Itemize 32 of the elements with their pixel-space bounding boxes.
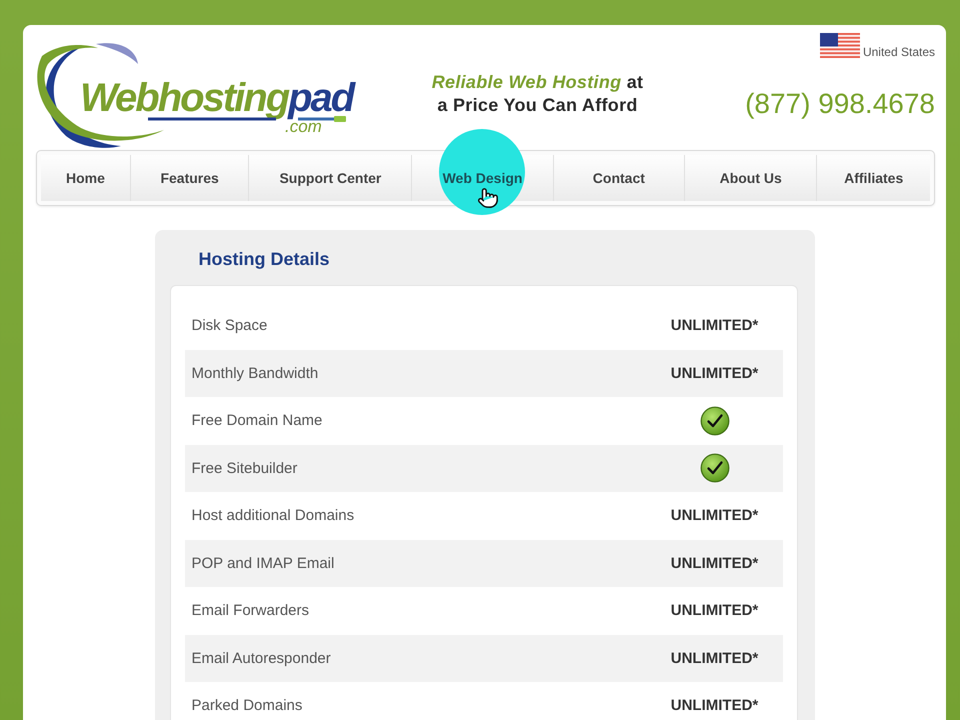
feature-value: UNLIMITED* xyxy=(670,697,758,714)
feature-value: UNLIMITED* xyxy=(670,317,758,334)
hand-cursor-icon xyxy=(477,187,500,209)
feature-value: UNLIMITED* xyxy=(670,507,758,524)
nav-tab[interactable]: Home xyxy=(41,155,130,201)
feature-label: Email Autoresponder xyxy=(192,650,332,667)
feature-label: Host additional Domains xyxy=(192,507,356,524)
phone-number: (877) 998.4678 xyxy=(745,88,935,120)
nav-tab[interactable]: Contact xyxy=(552,155,684,201)
nav-tab[interactable]: Affiliates xyxy=(816,155,930,201)
check-icon xyxy=(700,406,730,436)
feature-value: UNLIMITED* xyxy=(670,554,758,572)
feature-value: UNLIMITED* xyxy=(670,650,758,667)
nav-tab[interactable]: Support Center xyxy=(248,155,412,201)
nav-tab[interactable]: About Us xyxy=(684,155,816,201)
logo-wordmark: Webhostingpad xyxy=(80,78,354,118)
feature-value: UNLIMITED* xyxy=(670,602,758,620)
tagline: Reliable Web Hosting at a Price You Can Afford xyxy=(430,71,644,117)
feature-label: Parked Domains xyxy=(192,697,304,714)
panel-title: Hosting Details xyxy=(198,248,331,270)
check-icon xyxy=(700,453,730,484)
feature-label: Free Domain Name xyxy=(192,412,324,430)
feature-label: Free Sitebuilder xyxy=(192,460,298,477)
logo-domain: .com xyxy=(285,118,322,136)
flag-icon xyxy=(820,33,860,58)
feature-label: POP and IMAP Email xyxy=(192,554,336,572)
feature-label: Email Forwarders xyxy=(192,602,310,620)
country-selector[interactable]: United States xyxy=(820,33,935,58)
feature-label: Disk Space xyxy=(192,317,268,334)
feature-label: Monthly Bandwidth xyxy=(192,364,320,382)
nav-tab[interactable]: Features xyxy=(130,155,248,201)
feature-value: UNLIMITED* xyxy=(670,364,758,382)
